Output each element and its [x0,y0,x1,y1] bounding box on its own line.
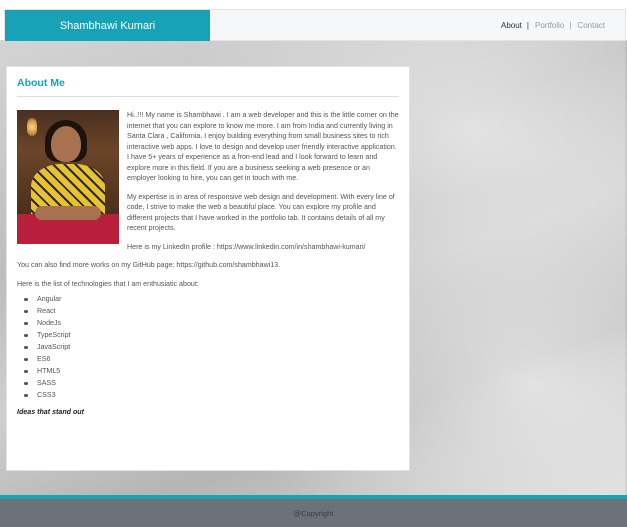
list-item: React [23,305,399,317]
list-item: JavaScript [23,341,399,353]
nav-link-contact[interactable]: Contact [577,21,605,30]
nav-separator: | [569,21,572,30]
nav-link-about[interactable]: About [501,21,522,30]
about-content: Hi..!!! My name is Shambhawi . I am a we… [17,110,399,418]
list-item: TypeScript [23,329,399,341]
tech-intro: Here is the list of technologies that I … [17,279,199,288]
tech-list: Angular React NodeJs TypeScript JavaScri… [23,293,399,401]
profile-photo [17,110,119,244]
list-item: Angular [23,293,399,305]
list-item: NodeJs [23,317,399,329]
nav-link-portfolio[interactable]: Portfolio [535,21,564,30]
list-item: SASS [23,377,399,389]
github-text: You can also find more works on my GitHu… [17,261,281,269]
nav-separator: | [526,21,529,30]
nav-links: About | Portfolio | Contact [501,10,605,41]
about-card: About Me Hi..!!! My name is Shambhawi . … [6,66,410,471]
arms-graphic [35,206,101,220]
ideas-heading: Ideas that stand out [17,408,85,416]
navbar: Shambhawi Kumari About | Portfolio | Con… [4,9,626,41]
copyright-text: @Copyright [293,508,334,518]
list-item: CSS3 [23,389,399,401]
face-graphic [51,126,81,162]
footer: @Copyright [0,495,627,527]
list-item: ES6 [23,353,399,365]
list-item: HTML5 [23,365,399,377]
lamp-graphic [27,118,37,136]
brand-logo[interactable]: Shambhawi Kumari [5,10,210,41]
about-title: About Me [17,77,399,97]
